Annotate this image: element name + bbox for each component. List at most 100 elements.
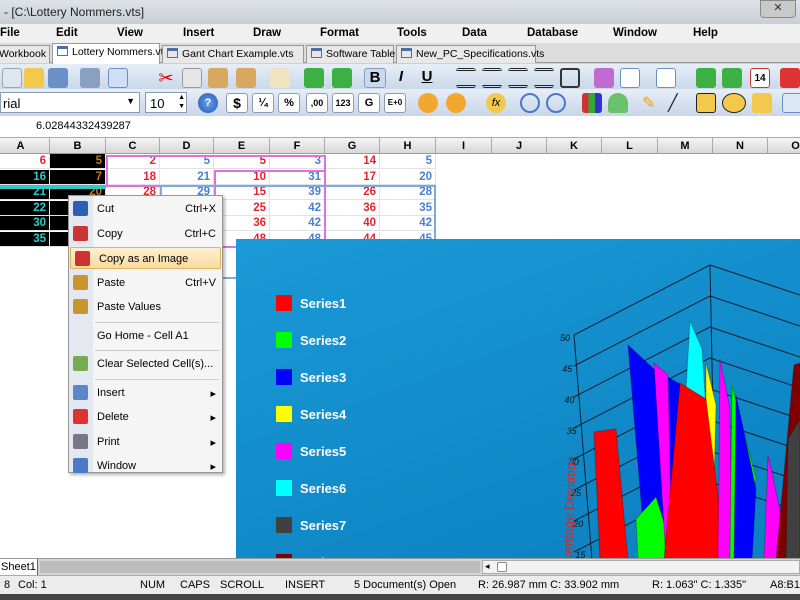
- scroll-left-icon[interactable]: ◂: [485, 561, 490, 572]
- sum-icon[interactable]: [418, 93, 438, 113]
- cell[interactable]: 6: [0, 154, 50, 169]
- copy-icon[interactable]: [182, 68, 202, 88]
- cell[interactable]: 22: [0, 200, 50, 216]
- form-icon[interactable]: [620, 68, 640, 88]
- menu-format[interactable]: Format: [320, 27, 359, 39]
- context-menu-item-copy[interactable]: Copy Ctrl+C: [69, 223, 222, 245]
- scientific-format-button[interactable]: E+0: [384, 93, 406, 113]
- context-menu-item-print[interactable]: Print ▸: [69, 431, 222, 453]
- new-icon[interactable]: [2, 68, 22, 88]
- decimal-button[interactable]: ,00: [306, 93, 328, 113]
- tab-1[interactable]: Lottery Nommers.vts: [52, 43, 169, 64]
- menu-edit[interactable]: Edit: [56, 27, 78, 39]
- cell[interactable]: 5: [50, 154, 106, 169]
- menu-help[interactable]: Help: [693, 27, 718, 39]
- menu-insert[interactable]: Insert: [183, 27, 214, 39]
- cut-icon[interactable]: ✂: [156, 68, 176, 88]
- cell[interactable]: 16: [0, 169, 50, 185]
- toolbar-more-icon[interactable]: [780, 68, 800, 88]
- context-menu-item-copy-as-an-image[interactable]: Copy as an Image: [70, 247, 221, 269]
- underline-button[interactable]: U: [416, 68, 438, 88]
- context-menu-item-cut[interactable]: Cut Ctrl+X: [69, 198, 222, 220]
- cell[interactable]: 35: [0, 231, 50, 247]
- sort-descending-icon[interactable]: [722, 68, 742, 88]
- justify-icon[interactable]: [534, 68, 554, 88]
- open-folder-icon[interactable]: [24, 68, 44, 88]
- context-menu-item-delete[interactable]: Delete ▸: [69, 406, 222, 428]
- column-header-B[interactable]: B: [50, 138, 106, 154]
- column-header-I[interactable]: I: [436, 138, 492, 154]
- cell[interactable]: 20: [380, 169, 436, 185]
- sheet-tab-sheet1[interactable]: Sheet1: [0, 559, 38, 575]
- table-icon[interactable]: [656, 68, 676, 88]
- menu-tools[interactable]: Tools: [397, 27, 427, 39]
- bold-button[interactable]: B: [364, 68, 386, 88]
- column-header-M[interactable]: M: [658, 138, 713, 154]
- percent-button[interactable]: %: [278, 93, 300, 113]
- column-header-K[interactable]: K: [547, 138, 602, 154]
- column-header-A[interactable]: A: [0, 138, 50, 154]
- function-icon[interactable]: fx: [486, 93, 506, 113]
- tab-2[interactable]: Gant Chart Example.vts: [162, 45, 304, 63]
- column-header-J[interactable]: J: [492, 138, 547, 154]
- merge-cells-icon[interactable]: [560, 68, 580, 88]
- shield-check-icon[interactable]: [608, 93, 628, 113]
- subtotal-icon[interactable]: [446, 93, 466, 113]
- column-header-G[interactable]: G: [325, 138, 380, 154]
- column-header-H[interactable]: H: [380, 138, 436, 154]
- save-icon[interactable]: [48, 68, 68, 88]
- sort-ascending-icon[interactable]: [696, 68, 716, 88]
- number-format-button[interactable]: 123: [332, 93, 354, 113]
- tab-4[interactable]: New_PC_Specifications.vts: [396, 45, 544, 63]
- undo-icon[interactable]: [304, 68, 324, 88]
- tab-3[interactable]: Software Table.vts: [306, 45, 412, 63]
- context-menu-item-paste-values[interactable]: Paste Values: [69, 296, 222, 318]
- chart-icon[interactable]: [582, 93, 602, 113]
- menu-window[interactable]: Window: [613, 27, 657, 39]
- line-tool-icon[interactable]: ╱: [668, 93, 688, 113]
- cell[interactable]: 30: [0, 216, 50, 231]
- column-header-O[interactable]: O: [768, 138, 800, 154]
- column-header-F[interactable]: F: [270, 138, 325, 154]
- cell[interactable]: 14: [325, 154, 380, 169]
- currency-button[interactable]: $: [226, 93, 248, 113]
- context-menu-item-paste[interactable]: Paste Ctrl+V: [69, 272, 222, 294]
- tab-0[interactable]: Workbook: [0, 45, 50, 63]
- pencil-icon[interactable]: ✎: [642, 93, 662, 113]
- arrow-up-icon[interactable]: [782, 93, 800, 113]
- align-center-icon[interactable]: [482, 68, 502, 88]
- window-icon[interactable]: [594, 68, 614, 88]
- paste-icon[interactable]: [208, 68, 228, 88]
- column-header-E[interactable]: E: [214, 138, 270, 154]
- cell[interactable]: 17: [325, 169, 380, 185]
- scroll-thumb[interactable]: [497, 562, 507, 572]
- zoom-in-icon[interactable]: [520, 93, 540, 113]
- close-button[interactable]: ✕: [760, 0, 796, 18]
- cell[interactable]: 5: [380, 154, 436, 169]
- font-select[interactable]: rial ▼: [0, 92, 140, 113]
- column-header-C[interactable]: C: [106, 138, 160, 154]
- column-header-N[interactable]: N: [713, 138, 768, 154]
- menu-database[interactable]: Database: [527, 27, 578, 39]
- column-header-L[interactable]: L: [602, 138, 658, 154]
- rectangle-tool-icon[interactable]: [696, 93, 716, 113]
- menu-file[interactable]: File: [0, 27, 20, 39]
- general-format-button[interactable]: G: [358, 93, 380, 113]
- fraction-button[interactable]: ¼: [252, 93, 274, 113]
- freeform-tool-icon[interactable]: [752, 93, 772, 113]
- spin-arrows-icon[interactable]: ▲ ▼: [178, 93, 185, 111]
- menu-data[interactable]: Data: [462, 27, 487, 39]
- context-menu-item-go-home-cell-a1[interactable]: Go Home - Cell A1: [69, 325, 222, 347]
- paste-special-icon[interactable]: [236, 68, 256, 88]
- menu-draw[interactable]: Draw: [253, 27, 281, 39]
- align-left-icon[interactable]: [456, 68, 476, 88]
- redo-icon[interactable]: [332, 68, 352, 88]
- format-painter-icon[interactable]: [270, 68, 290, 88]
- help-icon[interactable]: ?: [198, 93, 218, 113]
- zoom-out-icon[interactable]: [546, 93, 566, 113]
- column-header-D[interactable]: D: [160, 138, 214, 154]
- cell[interactable]: 7: [50, 169, 106, 185]
- context-menu-item-insert[interactable]: Insert ▸: [69, 382, 222, 404]
- print-icon[interactable]: [80, 68, 100, 88]
- menu-view[interactable]: View: [117, 27, 143, 39]
